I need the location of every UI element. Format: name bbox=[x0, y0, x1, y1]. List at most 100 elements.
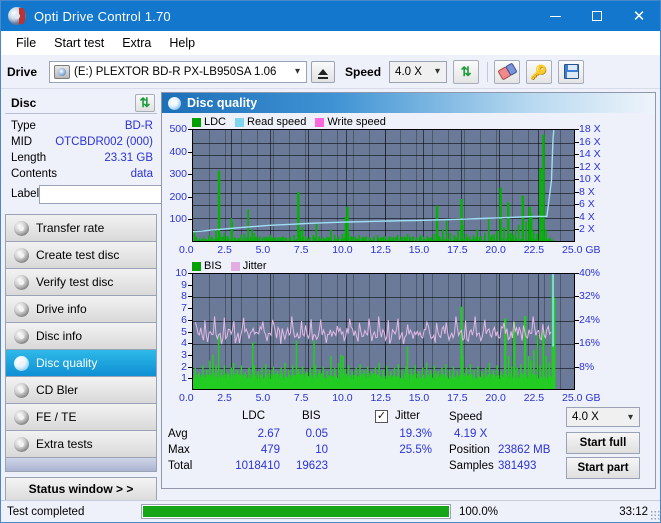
drive-toolbar: Drive (E:) PLEXTOR BD-R PX-LB950SA 1.06 … bbox=[1, 55, 660, 89]
y2-axis-tick: 4 X bbox=[579, 210, 595, 223]
stats-col-bis: BIS bbox=[302, 410, 321, 422]
y-axis-tick: 4 bbox=[181, 337, 187, 350]
toolbar-divider bbox=[487, 61, 489, 82]
y2-axis-tick: 32% bbox=[579, 290, 601, 303]
y-axis-tick: 200 bbox=[169, 190, 187, 203]
legend-label: BIS bbox=[204, 260, 222, 272]
x-axis-tick: 22.5 bbox=[523, 244, 545, 256]
stats-samples-value: 381493 bbox=[498, 460, 537, 472]
jitter-checkbox[interactable]: ✓ bbox=[375, 410, 388, 423]
stats-jitter-max: 25.5% bbox=[399, 444, 432, 456]
y-axis-tick: 9 bbox=[181, 278, 187, 291]
disc-contents-value: data bbox=[130, 168, 153, 180]
close-button[interactable]: ✕ bbox=[618, 1, 660, 31]
erase-button[interactable] bbox=[494, 59, 521, 84]
window-controls: ✕ bbox=[534, 1, 660, 31]
legend-label: Jitter bbox=[242, 260, 267, 272]
disc-label-label: Label bbox=[11, 188, 40, 200]
title-bar: Opti Drive Control 1.70 ✕ bbox=[1, 1, 660, 31]
drive-select-value: (E:) PLEXTOR BD-R PX-LB950SA 1.06 bbox=[74, 65, 277, 78]
y-axis-tick: 3 bbox=[181, 348, 187, 361]
y-axis-tickmark bbox=[188, 151, 192, 153]
sidebar-item-fe-te[interactable]: FE / TE bbox=[6, 404, 156, 431]
sidebar-item-drive-info[interactable]: Drive info bbox=[6, 296, 156, 323]
disc-quality-ldc-series bbox=[193, 130, 555, 241]
maximize-button[interactable] bbox=[576, 1, 618, 31]
y-axis-tickmark bbox=[188, 343, 192, 345]
sidebar-item-cd-bler[interactable]: CD Bler bbox=[6, 377, 156, 404]
y2-axis-tickmark bbox=[575, 191, 579, 193]
page-title: Disc quality bbox=[187, 96, 258, 110]
y2-axis-tick: 24% bbox=[579, 313, 601, 326]
menu-start-test[interactable]: Start test bbox=[45, 33, 113, 53]
content-area: Disc ⇅ Type BD-R MID OTCBDR002 (000) Len… bbox=[1, 89, 660, 501]
disc-panel-title: Disc bbox=[11, 95, 37, 110]
eject-button[interactable] bbox=[311, 60, 336, 83]
maximize-icon bbox=[592, 11, 602, 21]
sidebar-item-disc-quality[interactable]: Disc quality bbox=[6, 350, 156, 377]
x-axis-tick: 12.5 bbox=[370, 392, 391, 404]
sidebar-item-verify-test-disc[interactable]: Verify test disc bbox=[6, 269, 156, 296]
save-button[interactable] bbox=[558, 59, 585, 84]
stats-col-ldc: LDC bbox=[242, 410, 266, 422]
stats-bis-avg: 0.05 bbox=[305, 428, 328, 440]
disc-refresh-button[interactable]: ⇅ bbox=[135, 93, 155, 112]
start-part-button[interactable]: Start part bbox=[566, 457, 640, 479]
drive-select[interactable]: (E:) PLEXTOR BD-R PX-LB950SA 1.06 ▾ bbox=[49, 60, 308, 83]
status-window-button[interactable]: Status window > > bbox=[5, 477, 157, 501]
menu-file[interactable]: File bbox=[7, 33, 45, 53]
legend-swatch-icon bbox=[315, 117, 325, 127]
progress-fill bbox=[143, 506, 449, 517]
stats-ldc-max: 479 bbox=[260, 444, 280, 456]
sidebar-item-extra-tests[interactable]: Extra tests bbox=[6, 431, 156, 458]
chevron-down-icon: ▾ bbox=[435, 66, 441, 77]
x-axis-tick: 20.0 bbox=[485, 392, 506, 404]
y-axis-tick: 300 bbox=[169, 168, 187, 181]
disc-icon bbox=[14, 328, 29, 344]
y2-axis-tickmark bbox=[575, 296, 579, 298]
sidebar-item-transfer-rate[interactable]: Transfer rate bbox=[6, 215, 156, 242]
disc-type-label: Type bbox=[11, 120, 36, 132]
stats-bis-max: 10 bbox=[315, 444, 328, 456]
y2-axis-tick: 16 X bbox=[579, 135, 601, 148]
disc-row-mid: MID OTCBDR002 (000) bbox=[11, 134, 153, 150]
x-axis-tick: 25.0 GB bbox=[562, 392, 601, 404]
key-button[interactable]: 🔑 bbox=[526, 59, 553, 84]
chart-ldc-readspeed: LDC Read speed Write speed 100 200 300 400 500… bbox=[162, 115, 655, 259]
y2-axis-tick: 40% bbox=[579, 267, 601, 279]
disc-icon bbox=[14, 220, 29, 236]
x-axis-tick: 2.5 bbox=[217, 392, 232, 404]
sidebar-item-disc-info[interactable]: Disc info bbox=[6, 323, 156, 350]
disc-quality-icon bbox=[168, 96, 181, 110]
test-speed-select[interactable]: 4.0 X ▾ bbox=[566, 407, 640, 427]
y2-axis-tick: 18 X bbox=[579, 123, 601, 135]
speed-select[interactable]: 4.0 X ▾ bbox=[389, 60, 448, 83]
menu-extra[interactable]: Extra bbox=[113, 33, 160, 53]
y-axis-tick: 500 bbox=[169, 123, 187, 135]
y2-axis-tickmark bbox=[575, 141, 579, 143]
x-axis-tick: 22.5 bbox=[523, 392, 545, 404]
eject-icon bbox=[318, 68, 329, 79]
start-full-button[interactable]: Start full bbox=[566, 432, 640, 454]
x-axis-tick: 5.0 bbox=[255, 244, 271, 256]
y-axis-tick: 400 bbox=[169, 145, 187, 158]
y-axis-tickmark bbox=[188, 319, 192, 321]
y2-axis-tick: 8 X bbox=[579, 185, 595, 198]
x-axis-tick: 7.5 bbox=[293, 244, 309, 256]
y2-axis-tick: 2 X bbox=[579, 223, 595, 236]
menu-help[interactable]: Help bbox=[160, 33, 204, 53]
y-axis-tickmark bbox=[188, 284, 192, 286]
legend-item: Write speed bbox=[315, 116, 386, 128]
y-axis-tickmark bbox=[188, 273, 192, 274]
minimize-button[interactable] bbox=[534, 1, 576, 31]
resize-grip-icon[interactable] bbox=[650, 510, 660, 520]
legend-item: LDC bbox=[192, 116, 226, 128]
x-axis-tick: 17.5 bbox=[447, 392, 468, 404]
disc-quality-ldc-plot bbox=[192, 129, 575, 242]
refresh-button[interactable]: ⇅ bbox=[453, 59, 480, 84]
sidebar-item-create-test-disc[interactable]: Create test disc bbox=[6, 242, 156, 269]
progress-percent: 100.0% bbox=[459, 505, 499, 518]
y2-axis-tickmark bbox=[575, 216, 579, 218]
legend-label: Write speed bbox=[327, 116, 386, 128]
legend-swatch-icon bbox=[192, 117, 201, 127]
